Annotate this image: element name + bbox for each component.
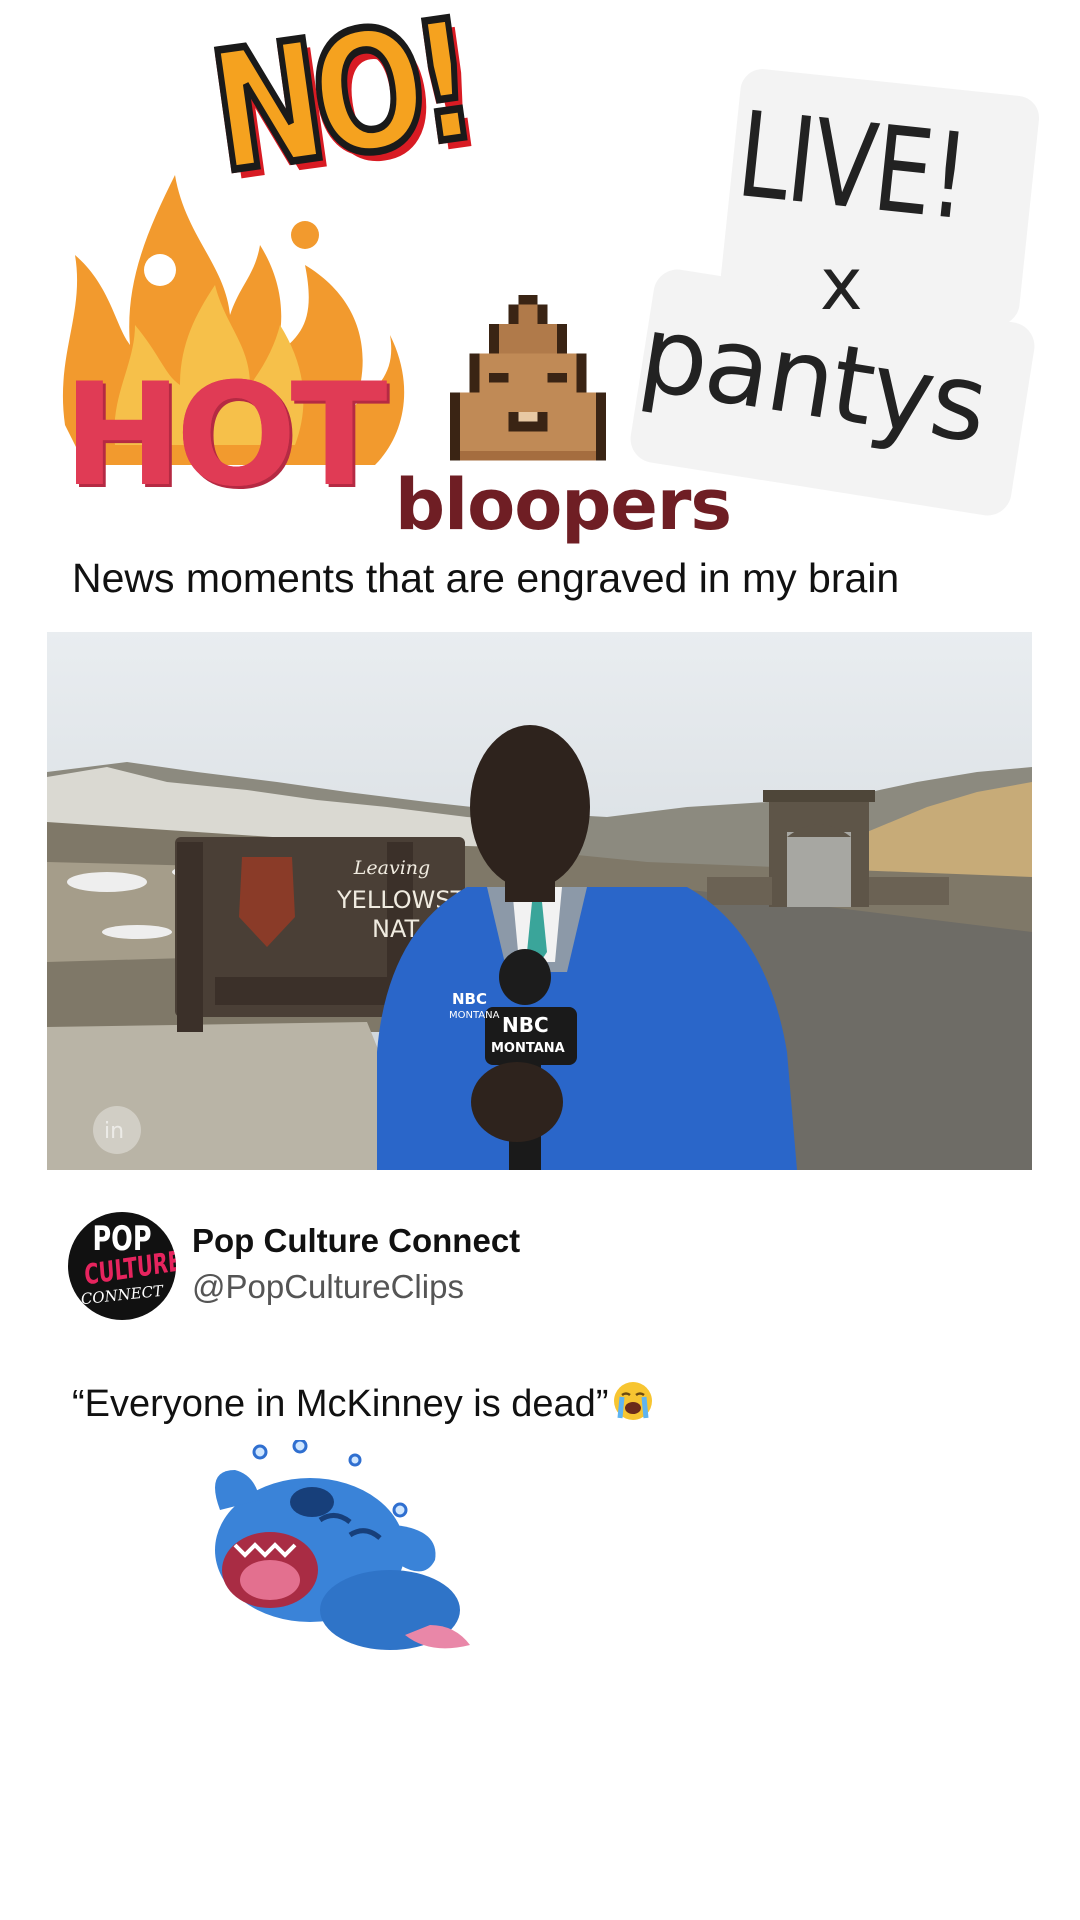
avatar[interactable]: POP CULTURE CONNECT — [68, 1212, 176, 1320]
hot-flame-sticker: HOT — [55, 175, 415, 520]
live-sticker-text: LIVE! — [731, 85, 974, 247]
avatar-logo-connect: CONNECT — [79, 1281, 164, 1309]
poop-sticker — [428, 295, 628, 480]
no-sticker-text: NO! — [198, 0, 482, 214]
hot-sticker-text: HOT — [63, 353, 387, 518]
bloopers-sticker-text: bloopers — [395, 464, 732, 546]
video-watermark: in — [104, 1119, 124, 1144]
display-name[interactable]: Pop Culture Connect — [192, 1222, 520, 1260]
stitch-laughing-icon — [215, 1438, 470, 1650]
stitch-sticker — [200, 1438, 490, 1670]
loudly-crying-face-icon — [612, 1380, 654, 1432]
mic-logo-montana: MONTANA — [491, 1041, 565, 1056]
user-handle[interactable]: @PopCultureClips — [192, 1268, 464, 1306]
video-frame[interactable]: Leaving YELLOWST NAT NBC MONTANA NBC MON… — [47, 632, 1032, 1170]
sign-leaving-text: Leaving — [353, 857, 430, 879]
news-report-scene: Leaving YELLOWST NAT NBC MONTANA NBC MON… — [47, 632, 1032, 1170]
mic-logo-nbc: NBC — [502, 1013, 549, 1037]
post-text: “Everyone in McKinney is dead” — [72, 1380, 654, 1432]
post-quote-text: “Everyone in McKinney is dead” — [72, 1383, 609, 1426]
x-sticker-text: x — [820, 242, 863, 326]
poop-pixel-icon — [450, 295, 606, 461]
caption-text: News moments that are engraved in my bra… — [72, 555, 900, 601]
jacket-logo-nbc: NBC — [452, 990, 487, 1008]
jacket-logo-montana: MONTANA — [449, 1010, 500, 1021]
